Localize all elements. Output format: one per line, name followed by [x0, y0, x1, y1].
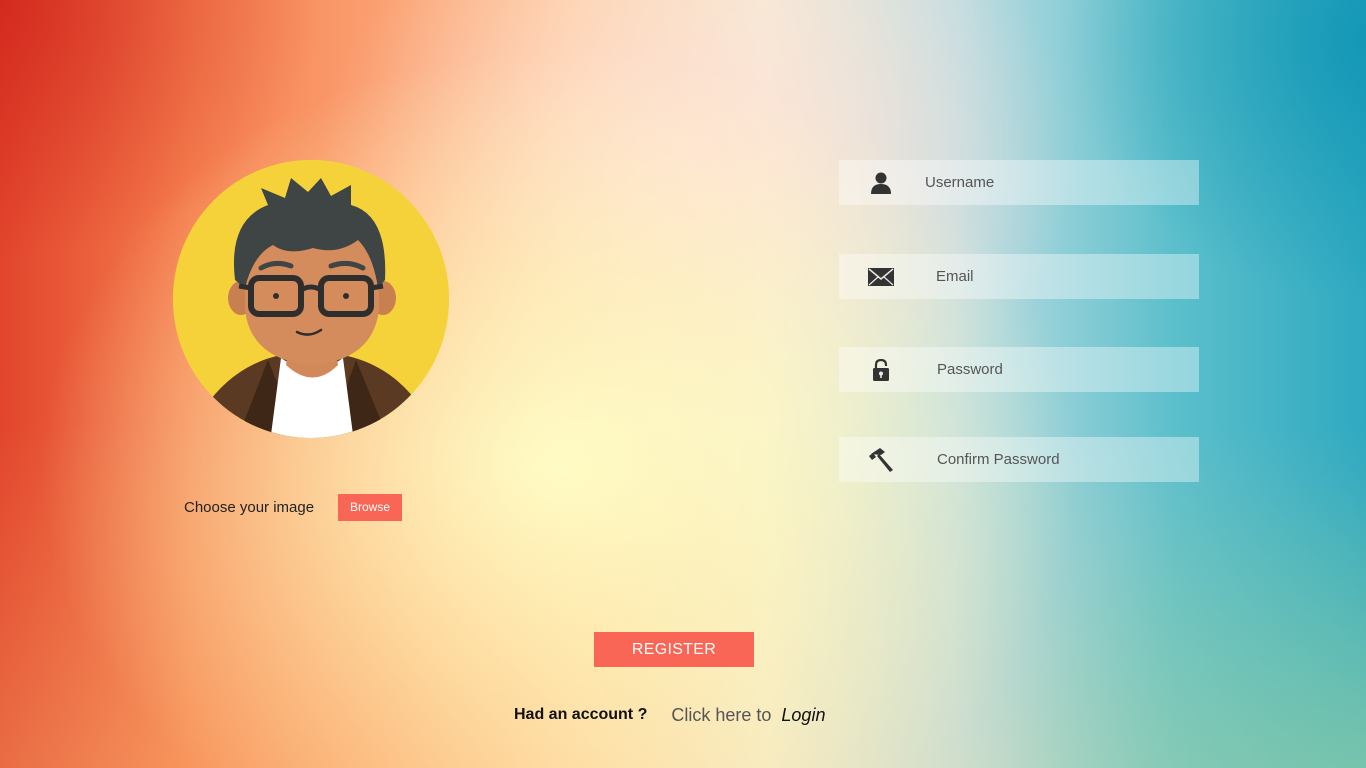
login-link[interactable]: Login — [781, 705, 825, 726]
user-icon — [839, 172, 923, 194]
email-field[interactable] — [839, 254, 1199, 299]
password-input[interactable] — [937, 361, 1187, 378]
confirm-password-field[interactable] — [839, 437, 1199, 482]
click-here-text: Click here to — [671, 704, 772, 725]
login-prompt: Had an account ? Click here to Login — [514, 702, 825, 728]
avatar-illustration — [173, 160, 449, 438]
hammer-icon — [839, 447, 923, 472]
password-field[interactable] — [839, 347, 1199, 392]
had-account-text: Had an account ? — [514, 706, 648, 723]
choose-image-label: Choose your image — [184, 498, 315, 516]
browse-button[interactable]: Browse — [338, 493, 402, 521]
image-picker: Choose your image Browse — [184, 493, 402, 521]
envelope-icon — [839, 267, 923, 286]
register-button[interactable]: REGISTER — [594, 632, 754, 667]
lock-icon — [839, 358, 923, 381]
avatar — [173, 160, 449, 438]
username-field[interactable] — [839, 160, 1199, 205]
email-input[interactable] — [936, 268, 1186, 285]
username-input[interactable] — [925, 174, 1175, 191]
confirm-password-input[interactable] — [937, 451, 1187, 468]
